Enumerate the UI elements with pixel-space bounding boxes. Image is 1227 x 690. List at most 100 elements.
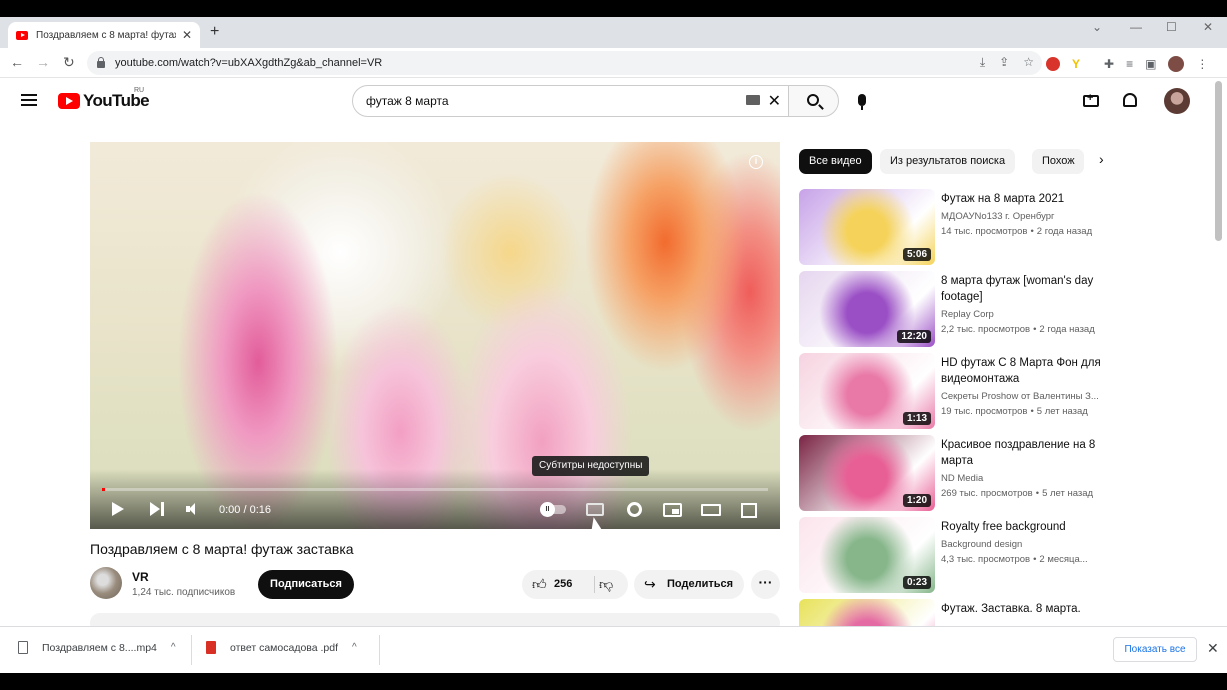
subscribe-button[interactable]: Подписаться — [258, 570, 354, 599]
recommendation-title[interactable]: HD футаж С 8 Марта Фон для видеомонтажа — [941, 355, 1111, 387]
puzzle-icon[interactable]: ✚ — [1104, 57, 1114, 71]
browser-menu-icon[interactable]: ⋮ — [1196, 57, 1208, 71]
maximize-button[interactable]: ☐ — [1166, 20, 1177, 34]
duration-badge: 5:06 — [902, 248, 931, 261]
recommendation-thumbnail[interactable]: 1:20 — [799, 435, 935, 511]
recommendation-card[interactable]: 12:20 8 марта футаж [woman's day footage]… — [799, 271, 1119, 347]
recommendation-channel[interactable]: Секреты Proshow от Валентины З... — [941, 391, 1113, 402]
extension-y-icon[interactable]: Y — [1072, 57, 1082, 71]
channel-avatar[interactable] — [90, 567, 122, 599]
subtitles-icon[interactable] — [586, 503, 604, 516]
dislike-button[interactable]: 👎︎ — [599, 576, 613, 593]
profile-avatar[interactable] — [1168, 56, 1185, 72]
reading-list-icon[interactable]: ≡ — [1126, 57, 1133, 71]
recommendation-thumbnail[interactable]: 5:06 — [799, 189, 935, 265]
gear-icon[interactable] — [627, 502, 642, 517]
recommendation-title[interactable]: Royalty free background — [941, 519, 1111, 535]
more-actions-button[interactable]: ··· — [751, 570, 780, 599]
pdf-file-icon — [206, 641, 216, 654]
new-tab-button[interactable]: + — [210, 23, 219, 41]
close-window-button[interactable]: ✕ — [1203, 20, 1213, 34]
clear-search-icon[interactable]: ✕ — [768, 91, 781, 111]
like-count: 256 — [554, 578, 573, 590]
recommendation-card[interactable]: 5:06 Футаж на 8 марта 2021 МДОАУNo133 г. О… — [799, 189, 1119, 265]
recommendation-card[interactable]: 1:20 Красивое поздравление на 8 марта ND M… — [799, 435, 1119, 511]
search-button[interactable] — [788, 85, 839, 117]
download-item-pdf[interactable]: ответ самосадова .pdf ^ — [206, 641, 357, 654]
recommendation-thumbnail[interactable]: 0:23 — [799, 517, 935, 593]
video-create-icon[interactable] — [1083, 92, 1099, 107]
chip-similar[interactable]: Похож — [1032, 149, 1084, 174]
channel-name[interactable]: VR — [132, 570, 149, 584]
share-page-icon[interactable]: ⇪ — [999, 55, 1009, 70]
recommendation-channel[interactable]: ND Media — [941, 473, 1113, 484]
recommendation-title[interactable]: Футаж. Заставка. 8 марта. — [941, 601, 1111, 617]
like-divider — [594, 576, 595, 593]
skip-next-icon[interactable] — [150, 502, 164, 516]
download-separator — [379, 635, 380, 665]
view-count: 269 тыс. просмотров — [941, 488, 1033, 499]
browser-tab[interactable]: Поздравляем с 8 марта! футаж ✕ — [8, 22, 200, 48]
youtube-logo[interactable]: YouTube RU — [58, 87, 150, 111]
tab-search-icon[interactable]: ⌄ — [1092, 20, 1102, 34]
tab-strip: Поздравляем с 8 марта! футаж ✕ + ⌄ — ☐ ✕ — [0, 17, 1227, 48]
account-avatar[interactable] — [1164, 88, 1190, 114]
recommendation-title[interactable]: Футаж на 8 марта 2021 — [941, 191, 1111, 207]
duration-badge: 12:20 — [897, 330, 931, 343]
recommendation-channel[interactable]: МДОАУNo133 г. Оренбург — [941, 211, 1113, 222]
recommendation-channel[interactable]: Background design — [941, 539, 1113, 550]
bell-icon[interactable] — [1123, 93, 1137, 107]
video-player[interactable]: i Субтитры недоступны 0:00 / 0:16 — [90, 142, 780, 529]
keyboard-icon[interactable] — [746, 95, 760, 105]
share-button[interactable]: ↪ Поделиться — [634, 570, 744, 599]
guide-menu-icon[interactable] — [21, 94, 37, 106]
fullscreen-icon[interactable] — [741, 503, 757, 518]
recommendation-card[interactable]: 1:13 HD футаж С 8 Марта Фон для видеомонт… — [799, 353, 1119, 429]
back-button[interactable]: ← — [10, 54, 24, 70]
recommendation-channel[interactable]: Replay Corp — [941, 309, 1113, 320]
bookmark-star-icon[interactable]: ☆ — [1023, 55, 1034, 70]
search-input[interactable]: футаж 8 марта ✕ — [352, 85, 789, 117]
info-icon[interactable]: i — [749, 155, 763, 169]
meta-separator: • — [1033, 324, 1037, 335]
chevron-up-icon[interactable]: ^ — [352, 642, 357, 653]
play-icon[interactable] — [112, 502, 124, 516]
minimize-button[interactable]: — — [1130, 20, 1142, 34]
recommendation-title[interactable]: 8 марта футаж [woman's day footage] — [941, 273, 1111, 305]
extension-badge-icon[interactable] — [1046, 57, 1060, 71]
forward-button[interactable]: → — [36, 54, 50, 70]
theater-icon[interactable] — [701, 504, 721, 516]
microphone-icon[interactable] — [858, 94, 866, 110]
youtube-play-logo-icon — [58, 93, 80, 109]
autoplay-toggle[interactable] — [540, 502, 566, 517]
youtube-header: YouTube RU футаж 8 марта ✕ — [0, 78, 1227, 124]
recommendation-card[interactable]: 0:23 Royalty free background Background de… — [799, 517, 1119, 593]
omnibox-actions: ⤓ ⇪ ☆ — [980, 55, 1034, 70]
video-file-icon — [18, 641, 28, 654]
like-button[interactable]: 👍︎ — [532, 576, 547, 593]
side-panel-icon[interactable]: ▣ — [1145, 57, 1156, 71]
recommendation-thumbnail[interactable]: 12:20 — [799, 271, 935, 347]
recommendation-title[interactable]: Красивое поздравление на 8 марта — [941, 437, 1111, 469]
recommendation-thumbnail[interactable]: 1:13 — [799, 353, 935, 429]
time-display: 0:00 / 0:16 — [219, 504, 271, 516]
chevron-up-icon[interactable]: ^ — [171, 642, 176, 653]
close-downloads-icon[interactable]: ✕ — [1207, 640, 1219, 657]
miniplayer-icon[interactable] — [663, 503, 682, 517]
page-scrollbar[interactable] — [1215, 81, 1222, 241]
chip-from-search[interactable]: Из результатов поиска — [880, 149, 1016, 174]
volume-icon[interactable] — [186, 503, 202, 515]
like-dislike-group: 👍︎ 256 👎︎ — [522, 570, 628, 599]
address-bar[interactable]: youtube.com/watch?v=ubXAXgdthZg&ab_chann… — [87, 51, 1042, 75]
chevron-right-icon[interactable]: › — [1099, 151, 1104, 167]
chip-all-videos[interactable]: Все видео — [799, 149, 872, 174]
progress-bar[interactable] — [102, 488, 768, 491]
download-item-mp4[interactable]: Поздравляем с 8....mp4 ^ — [18, 641, 176, 654]
lock-icon — [97, 56, 105, 68]
view-count: 4,3 тыс. просмотров — [941, 554, 1031, 565]
show-all-downloads-button[interactable]: Показать все — [1113, 637, 1197, 662]
close-tab-icon[interactable]: ✕ — [182, 28, 192, 42]
install-icon[interactable]: ⤓ — [980, 55, 985, 70]
reload-button[interactable]: ↻ — [63, 54, 75, 71]
download-filename: Поздравляем с 8....mp4 — [42, 641, 157, 654]
